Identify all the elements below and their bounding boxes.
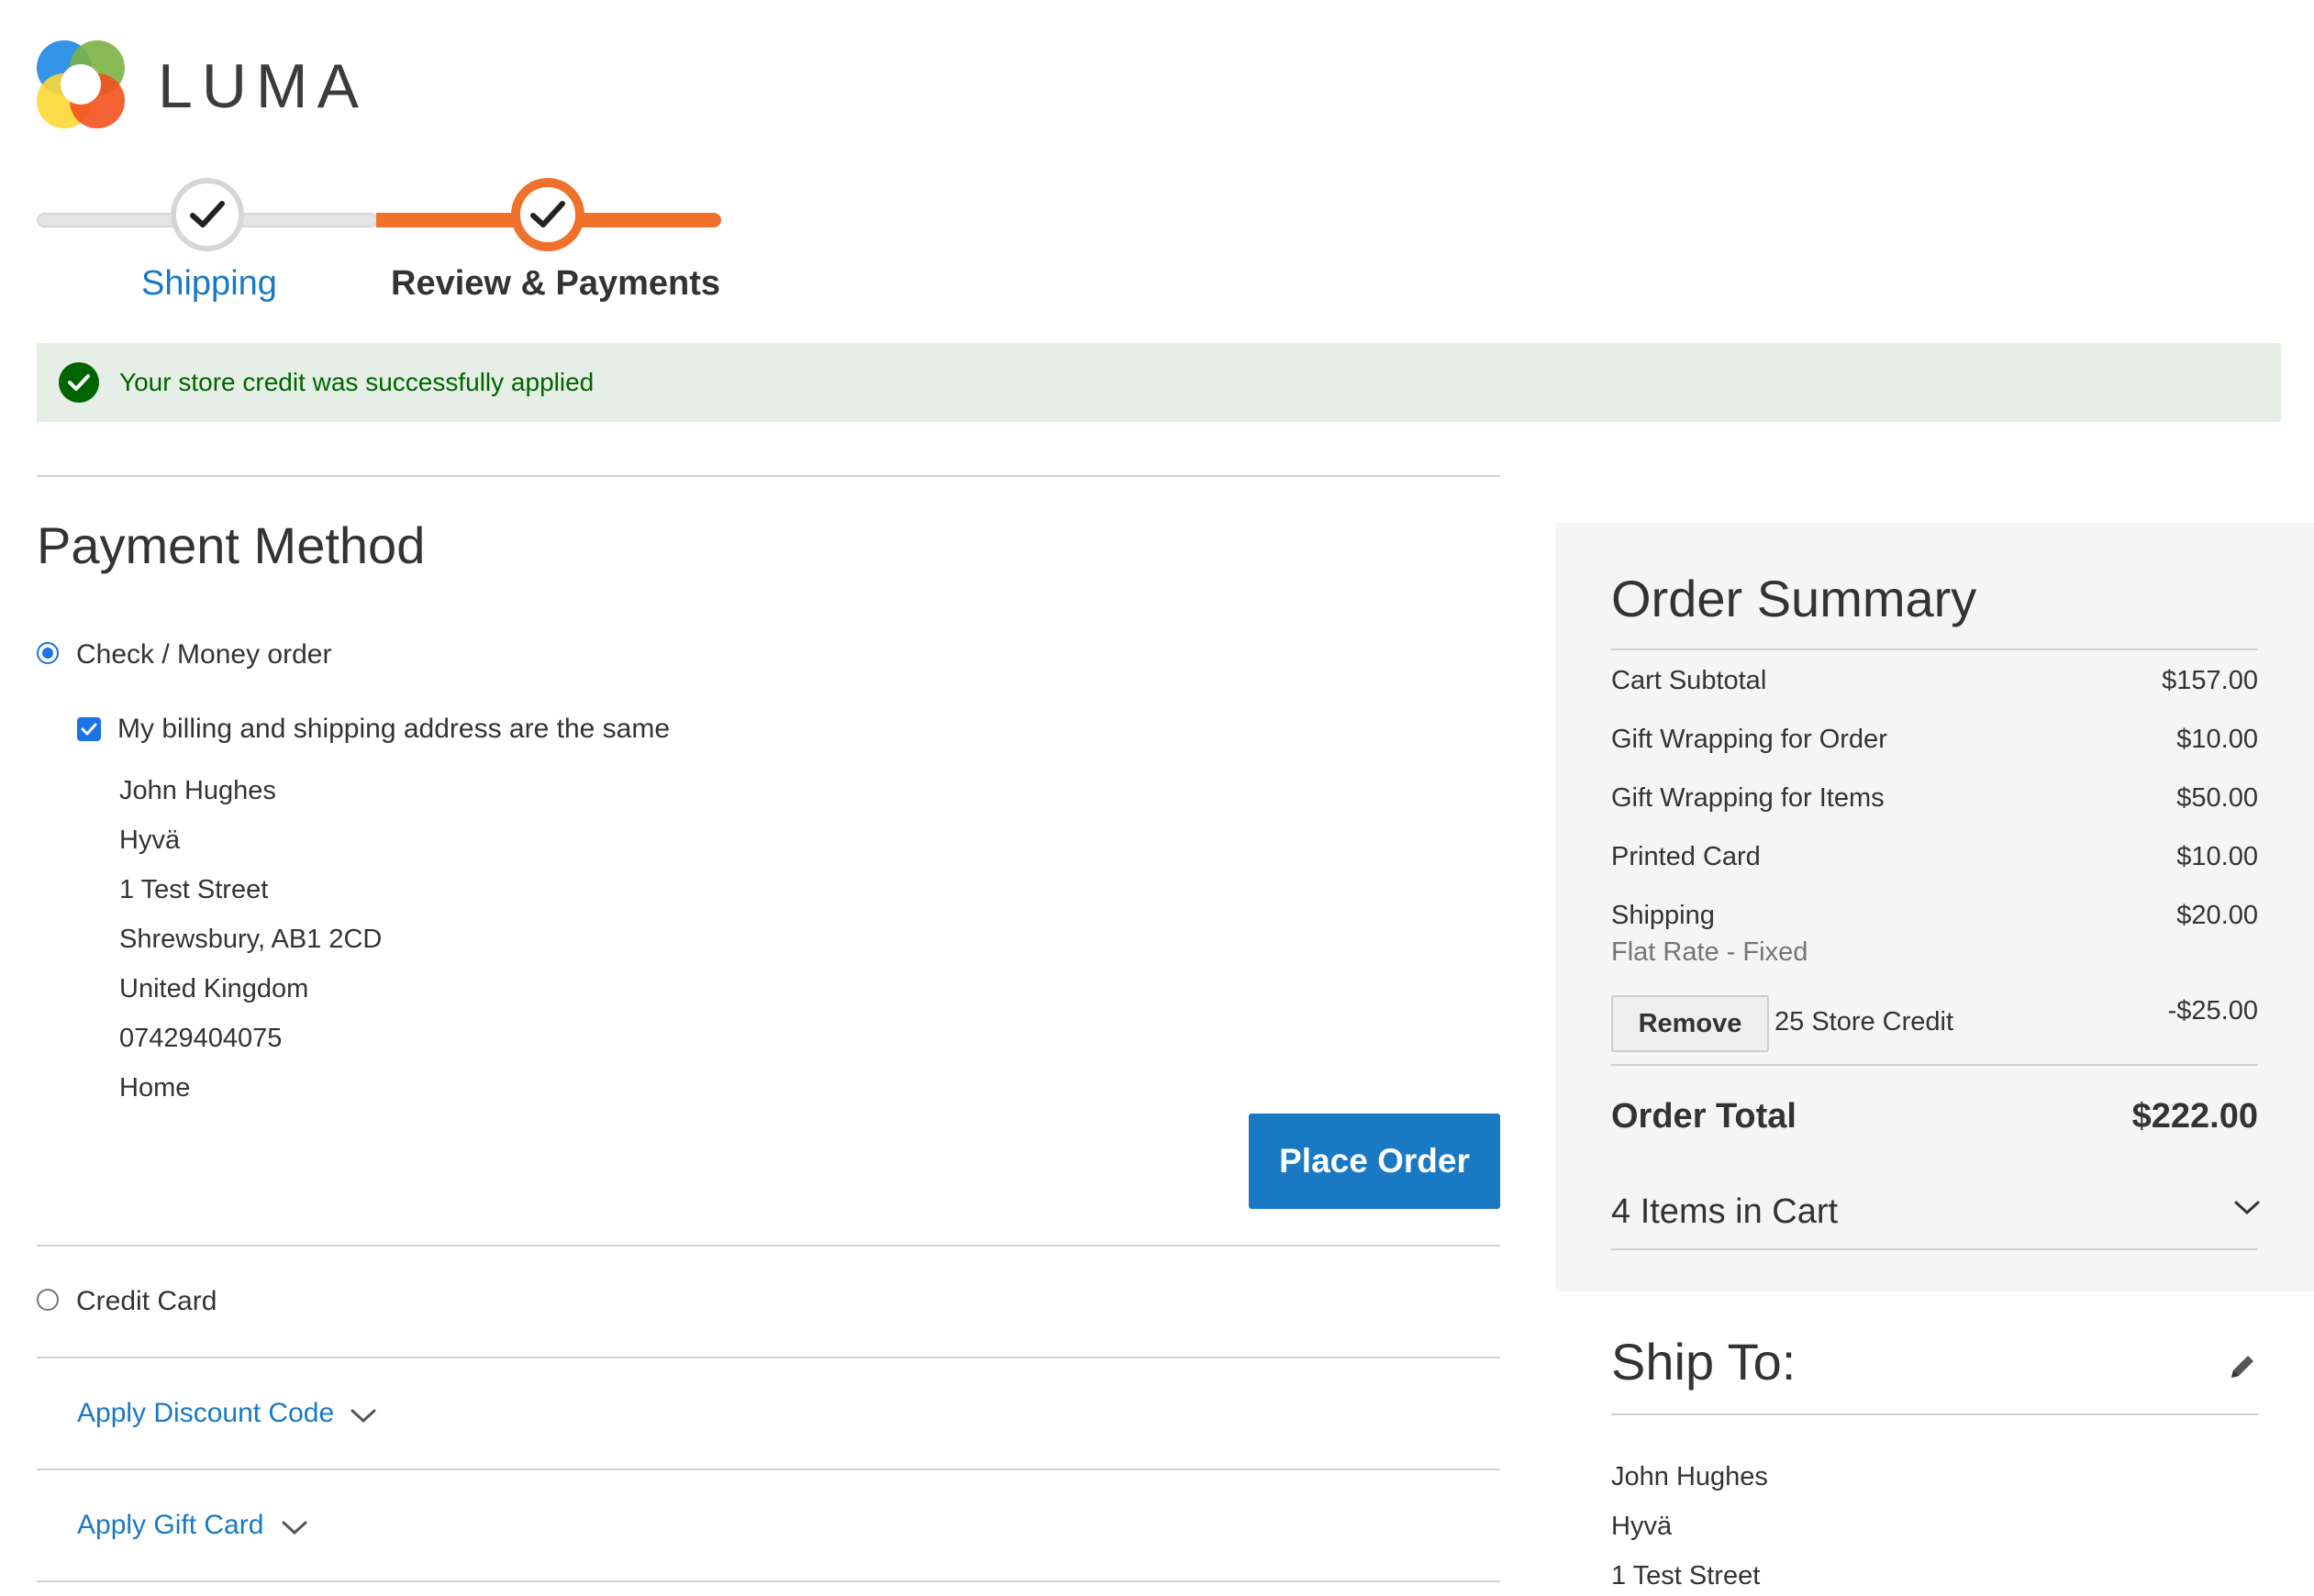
step-review-marker <box>511 178 584 251</box>
ship-to-company: Hyvä <box>1611 1512 1673 1541</box>
ship-to-street: 1 Test Street <box>1611 1561 1761 1590</box>
check-money-order-radio[interactable] <box>37 642 59 664</box>
chevron-down-icon[interactable] <box>2233 1198 2261 1216</box>
divider <box>37 1469 1500 1470</box>
divider <box>1611 1248 2258 1250</box>
place-order-button[interactable]: Place Order <box>1249 1114 1500 1209</box>
chevron-down-icon[interactable] <box>350 1406 377 1424</box>
check-circle-icon <box>59 362 99 403</box>
apply-gift-card-toggle[interactable]: Apply Gift Card <box>77 1507 263 1544</box>
divider <box>37 1357 1500 1358</box>
credit-card-radio[interactable] <box>37 1289 59 1311</box>
store-credit-value: -$25.00 <box>2167 996 2258 1025</box>
same-address-label[interactable]: My billing and shipping address are the … <box>117 711 670 748</box>
order-total-label: Order Total <box>1611 1097 1797 1136</box>
order-total-value: $222.00 <box>2131 1097 2258 1136</box>
billing-city: Shrewsbury, AB1 2CD <box>119 925 383 954</box>
divider <box>37 475 1500 477</box>
divider <box>1611 1064 2258 1066</box>
billing-phone-link[interactable]: 07429404075 <box>119 1020 282 1057</box>
apply-discount-code-toggle[interactable]: Apply Discount Code <box>77 1395 334 1432</box>
summary-row-label: Printed Card <box>1611 842 1761 871</box>
store-credit-label: 25 Store Credit <box>1774 1007 1954 1036</box>
billing-company: Hyvä <box>119 826 181 855</box>
check-money-order-label[interactable]: Check / Money order <box>76 637 331 673</box>
check-icon <box>530 201 565 227</box>
remove-store-credit-button[interactable]: Remove <box>1611 995 1769 1052</box>
luma-logo-mark <box>37 40 125 128</box>
summary-row-label: Cart Subtotal <box>1611 666 1767 695</box>
billing-country: United Kingdom <box>119 974 309 1003</box>
order-summary-title: Order Summary <box>1611 570 1977 627</box>
same-address-checkbox[interactable] <box>77 717 101 741</box>
divider <box>1611 648 2258 650</box>
ship-to-name: John Hughes <box>1611 1462 1768 1491</box>
divider <box>1611 1413 2258 1415</box>
divider <box>37 1580 1500 1582</box>
step-review-label: Review & Payments <box>391 264 721 303</box>
shipping-method-note: Flat Rate - Fixed <box>1611 937 1808 967</box>
checkmark-icon <box>81 723 97 736</box>
chevron-down-icon[interactable] <box>281 1518 308 1536</box>
billing-street: 1 Test Street <box>119 875 269 904</box>
billing-address-type: Home <box>119 1073 191 1103</box>
success-message: Your store credit was successfully appli… <box>37 343 2281 422</box>
step-shipping-link[interactable]: Shipping <box>141 260 277 306</box>
step-shipping-marker <box>171 178 244 251</box>
summary-row-value: $20.00 <box>2176 901 2258 930</box>
credit-card-label[interactable]: Credit Card <box>76 1283 217 1320</box>
summary-row-value: $157.00 <box>2162 666 2258 695</box>
summary-row-value: $10.00 <box>2176 725 2258 754</box>
check-icon <box>190 201 225 227</box>
edit-pencil-icon[interactable] <box>2226 1350 2259 1383</box>
summary-row-label: Gift Wrapping for Items <box>1611 783 1885 813</box>
summary-row-value: $50.00 <box>2176 783 2258 813</box>
billing-name: John Hughes <box>119 776 276 805</box>
ship-to-title: Ship To: <box>1611 1333 1797 1391</box>
items-in-cart-toggle[interactable]: 4 Items in Cart <box>1611 1189 1838 1235</box>
summary-row-label: Shipping <box>1611 901 1715 930</box>
summary-row-label: Gift Wrapping for Order <box>1611 725 1887 754</box>
divider <box>37 1245 1500 1247</box>
payment-method-title: Payment Method <box>37 516 426 574</box>
success-message-text: Your store credit was successfully appli… <box>119 368 595 396</box>
summary-row-value: $10.00 <box>2176 842 2258 871</box>
logo-wordmark: LUMA <box>158 51 368 121</box>
